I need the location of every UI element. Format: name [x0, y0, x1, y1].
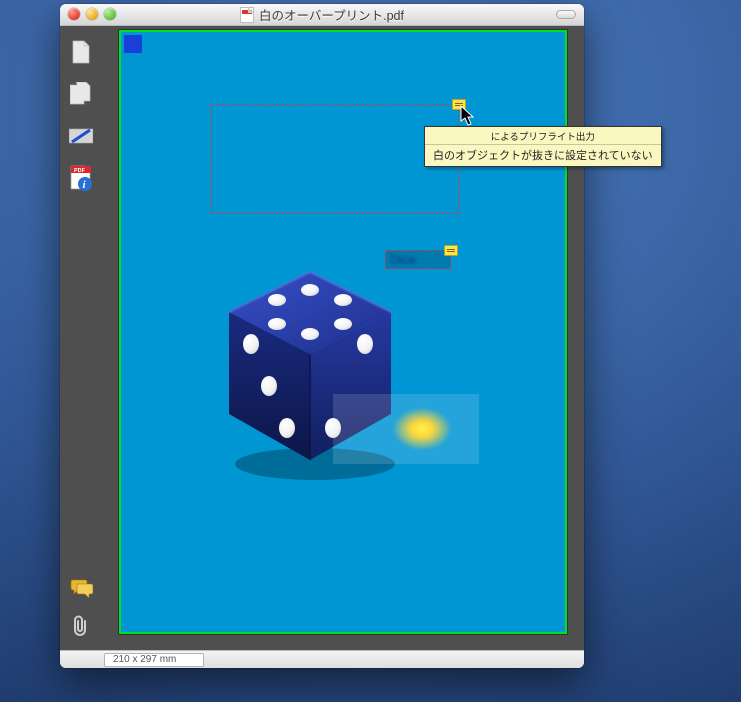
sidebar: PDF i — [60, 26, 102, 650]
overlay-rect — [333, 394, 479, 464]
preflight-highlight-box-1[interactable] — [211, 104, 459, 214]
tooltip-body: 白のオブジェクトが抜きに設定されていない — [425, 144, 661, 166]
attachment-icon[interactable] — [69, 614, 93, 638]
document-viewer[interactable]: Dice — [102, 26, 584, 650]
body-area: PDF i — [60, 26, 584, 650]
toolbar-pill-button[interactable] — [556, 10, 576, 19]
app-window: 白のオーバープリント.pdf PDF i — [60, 4, 584, 668]
tool-marker-icon[interactable] — [69, 124, 93, 148]
status-bar: 210 x 297 mm — [60, 650, 584, 668]
window-title-text: 白のオーバープリント.pdf — [259, 5, 404, 24]
pdf-file-icon — [240, 7, 254, 23]
preflight-tooltip: によるプリフライト出力 白のオブジェクトが抜きに設定されていない — [424, 126, 662, 167]
zoom-button[interactable] — [104, 8, 116, 20]
page-dimensions: 210 x 297 mm — [104, 653, 204, 667]
glow-spot — [393, 408, 451, 450]
page-blank-icon[interactable] — [69, 40, 93, 64]
tooltip-header: によるプリフライト出力 — [425, 127, 661, 144]
close-button[interactable] — [68, 8, 80, 20]
window-title: 白のオーバープリント.pdf — [240, 5, 404, 24]
note-icon[interactable] — [444, 245, 458, 256]
note-icon[interactable] — [452, 99, 466, 110]
svg-text:PDF: PDF — [74, 168, 86, 174]
pdf-info-icon[interactable]: PDF i — [69, 166, 93, 190]
corner-swatch — [124, 35, 142, 53]
page-multi-icon[interactable] — [69, 82, 93, 106]
traffic-lights — [68, 8, 116, 20]
page-dimensions-text: 210 x 297 mm — [113, 654, 176, 665]
comments-icon[interactable] — [69, 576, 93, 600]
titlebar[interactable]: 白のオーバープリント.pdf — [60, 4, 584, 26]
page-canvas[interactable]: Dice — [119, 30, 567, 634]
minimize-button[interactable] — [86, 8, 98, 20]
